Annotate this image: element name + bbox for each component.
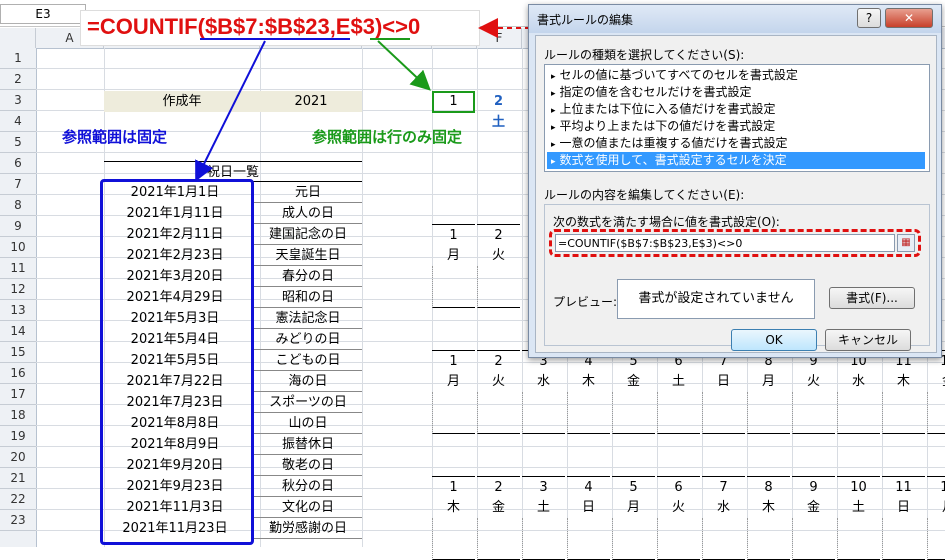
rule-type-label-text: セルの値に基づいてすべてのセルを書式設定 [559,68,798,82]
rule-type-label-text: 一意の値または重複する値だけを書式設定 [559,136,788,150]
range-select-icon[interactable]: ▦ [897,234,915,252]
rule-edit-group: 次の数式を満たす場合に値を書式設定(O): =COUNTIF($B$7:$B$2… [544,204,930,346]
rule-type-item[interactable]: ▸ 一意の値または重複する値だけを書式設定 [547,135,925,152]
rule-type-item[interactable]: ▸ 指定の値を含むセルだけを書式設定 [547,84,925,101]
rule-type-label-text: 数式を使用して、書式設定するセルを決定 [559,153,787,167]
rule-type-label-text: 平均より上または下の値だけを書式設定 [559,119,776,133]
preview-box: 書式が設定されていません [617,279,815,319]
green-arrow [377,40,431,91]
rule-type-label-text: 上位または下位に入る値だけを書式設定 [559,102,776,116]
format-button[interactable]: 書式(F)... [829,287,915,309]
triangle-right-icon: ▸ [551,157,556,167]
triangle-right-icon: ▸ [551,89,556,99]
ok-button[interactable]: OK [731,329,817,351]
dialog-titlebar[interactable]: 書式ルールの編集 ? ✕ [529,5,941,33]
rule-type-item[interactable]: ▸ 平均より上または下の値だけを書式設定 [547,118,925,135]
formula-input[interactable]: =COUNTIF($B$7:$B$23,E$3)<>0 [555,234,895,252]
close-button[interactable]: ✕ [885,8,933,28]
help-button[interactable]: ? [857,8,881,28]
edit-format-rule-dialog: 書式ルールの編集 ? ✕ ルールの種類を選択してください(S): ▸ セルの値に基… [528,4,942,358]
triangle-right-icon: ▸ [551,123,556,133]
rule-type-item[interactable]: ▸ 上位または下位に入る値だけを書式設定 [547,101,925,118]
blue-arrow [195,40,266,182]
triangle-right-icon: ▸ [551,140,556,150]
triangle-right-icon: ▸ [551,72,556,82]
dialog-body: ルールの種類を選択してください(S): ▸ セルの値に基づいてすべてのセルを書式設… [535,35,937,353]
dialog-title: 書式ルールの編集 [537,13,634,27]
rule-type-item[interactable]: ▸ 数式を使用して、書式設定するセルを決定 [547,152,925,169]
rule-type-label-text: 指定の値を含むセルだけを書式設定 [559,85,752,99]
preview-label: プレビュー: [553,295,618,309]
cancel-button[interactable]: キャンセル [825,329,911,351]
triangle-right-icon: ▸ [551,106,556,116]
rule-type-label: ルールの種類を選択してください(S): [544,48,745,62]
formula-label: 次の数式を満たす場合に値を書式設定(O): [553,215,780,229]
rule-type-item[interactable]: ▸ セルの値に基づいてすべてのセルを書式設定 [547,67,925,84]
rule-type-list[interactable]: ▸ セルの値に基づいてすべてのセルを書式設定 ▸ 指定の値を含むセルだけを書式設定 ▸ 上… [544,64,930,172]
rule-edit-label: ルールの内容を編集してください(E): [544,188,745,202]
